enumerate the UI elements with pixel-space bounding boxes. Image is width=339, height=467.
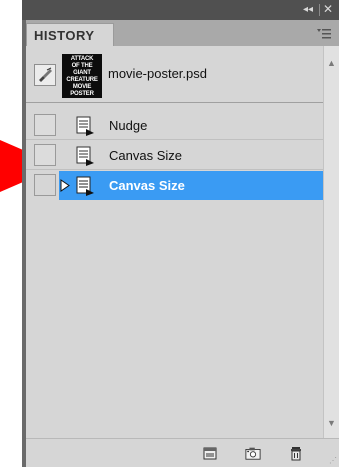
history-step-label: Canvas Size	[109, 148, 182, 163]
thumbnail-text-line: ATTACK	[70, 56, 94, 62]
thumbnail-text-line: MOVIE	[72, 84, 92, 90]
history-list: ATTACK OF THE GIANT CREATURE MOVIE POSTE…	[26, 46, 339, 438]
snapshot-divider	[26, 102, 323, 103]
create-new-document-icon[interactable]	[202, 445, 218, 461]
thumbnail-text-line: GIANT	[73, 70, 91, 76]
collapse-panel-icon[interactable]: ◂◂	[303, 4, 313, 16]
snapshot-document-name: movie-poster.psd	[108, 66, 207, 81]
delete-icon[interactable]	[288, 445, 304, 461]
history-brush-source-icon[interactable]	[34, 64, 56, 86]
panel-menu-icon[interactable]	[317, 27, 331, 39]
history-step-nudge[interactable]: Nudge	[26, 111, 323, 140]
history-panel: ◂◂ ✕ HISTORY ATTACK OF THE GIANT CREATUR…	[22, 0, 339, 467]
history-state-icon	[76, 116, 94, 136]
document-thumbnail: ATTACK OF THE GIANT CREATURE MOVIE POSTE…	[62, 54, 102, 98]
resize-grip-icon[interactable]: ⋰	[329, 456, 337, 465]
tab-history[interactable]: HISTORY	[26, 23, 114, 46]
panel-bottom-bar: ⋰	[26, 438, 339, 467]
vertical-scrollbar[interactable]: ▲ ▼	[323, 46, 339, 438]
tab-history-label: HISTORY	[34, 28, 95, 43]
history-brush-source-box[interactable]	[34, 174, 56, 196]
close-panel-icon[interactable]: ✕	[323, 3, 333, 15]
current-state-slider-icon[interactable]	[60, 179, 70, 192]
panel-title-bar: ◂◂ ✕	[22, 0, 339, 20]
history-step-canvas-size-selected[interactable]: Canvas Size	[26, 171, 323, 200]
snapshot-row[interactable]: ATTACK OF THE GIANT CREATURE MOVIE POSTE…	[26, 46, 323, 102]
selection-highlight	[59, 171, 323, 200]
history-step-label: Nudge	[109, 118, 148, 133]
history-brush-source-box[interactable]	[34, 114, 56, 136]
scroll-down-arrow-icon[interactable]: ▼	[327, 418, 336, 428]
panel-tab-row: HISTORY	[26, 20, 339, 46]
thumbnail-text-line: OF THE	[71, 63, 93, 69]
history-state-icon	[76, 146, 94, 166]
history-step-label: Canvas Size	[109, 178, 185, 193]
title-bar-separator	[319, 4, 320, 16]
history-state-icon	[76, 176, 94, 196]
thumbnail-text-line: POSTER	[70, 91, 94, 97]
create-snapshot-icon[interactable]	[245, 445, 261, 461]
thumbnail-text-line: CREATURE	[66, 77, 98, 83]
history-step-canvas-size[interactable]: Canvas Size	[26, 141, 323, 170]
history-brush-source-box[interactable]	[34, 144, 56, 166]
scroll-up-arrow-icon[interactable]: ▲	[327, 58, 336, 68]
